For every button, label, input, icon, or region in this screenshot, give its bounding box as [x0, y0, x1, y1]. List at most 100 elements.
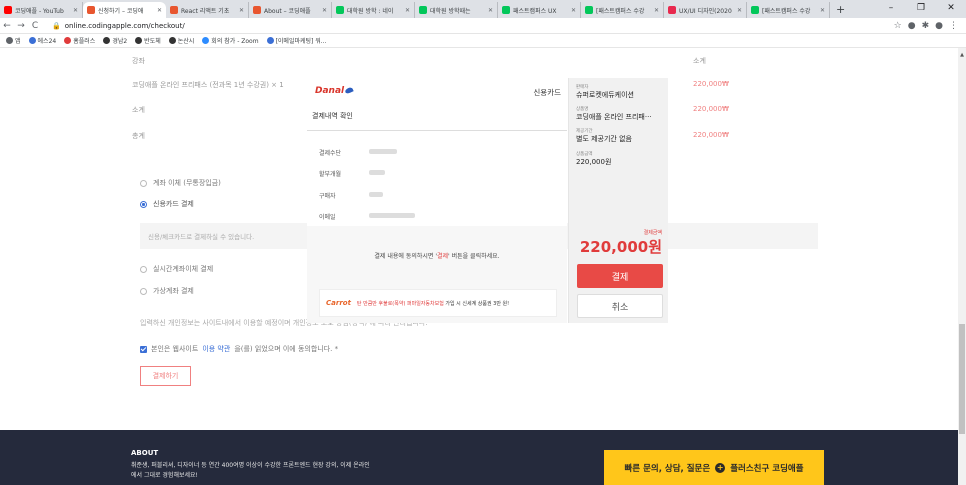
- terms-link[interactable]: 이용 약관: [202, 344, 230, 354]
- card-description: 신용/체크카드로 결제하실 수 있습니다.: [148, 233, 255, 241]
- browser-tab[interactable]: 신청하기 – 코딩애 ✕: [83, 2, 166, 18]
- bookmark-label: 논산시: [177, 38, 195, 45]
- payment-option-label: 실시간계좌이체 결제: [153, 265, 214, 273]
- bookmark-item[interactable]: [이메일마케팅] 워...: [266, 36, 327, 45]
- new-tab-button[interactable]: +: [830, 2, 851, 18]
- bookmark-label: [이메일마케팅] 워...: [275, 38, 327, 45]
- bookmark-item[interactable]: 반도체: [135, 36, 161, 45]
- scroll-up-icon[interactable]: ▲: [958, 52, 966, 58]
- course-line: 코딩애플 온라인 프리패스 (전과목 1년 수강권) × 1: [132, 81, 284, 89]
- payment-method-title: 신용카드: [533, 88, 561, 97]
- bookmark-item[interactable]: 논산시: [168, 36, 195, 45]
- footer-title: ABOUT: [131, 449, 159, 457]
- browser-tab[interactable]: About – 코딩애플 ✕: [249, 2, 332, 18]
- bookmark-favicon-icon: [168, 37, 176, 44]
- bookmark-favicon-icon: [135, 37, 143, 44]
- close-tab-icon[interactable]: ✕: [571, 7, 576, 14]
- browser-tab[interactable]: 대학원 방학 : 네이 ✕: [332, 2, 415, 18]
- reload-button[interactable]: C: [28, 21, 42, 31]
- order-side-panel: 판매자 슈퍼로켓에듀케이션 상품명 코딩애플 온라인 프리패··· 제공기간 별…: [568, 78, 668, 323]
- browser-tab[interactable]: 대학원 방학때는 ✕: [415, 2, 498, 18]
- tab-favicon-icon: [585, 6, 593, 14]
- tab-title: 코딩애플 - YouTub: [15, 7, 64, 15]
- pay-button[interactable]: 결제: [577, 264, 663, 288]
- payment-option-virtual[interactable]: 가상계좌 결제: [140, 286, 194, 296]
- payment-confirm-title: 결제내역 확인: [312, 112, 353, 120]
- address-bar[interactable]: 🔒 online.codingapple.com/checkout/: [52, 20, 894, 32]
- radio-icon[interactable]: [140, 265, 147, 273]
- bookmark-label: 회의 참가 - Zoom: [211, 38, 259, 45]
- tab-favicon-icon: [668, 6, 676, 14]
- close-tab-icon[interactable]: ✕: [239, 7, 244, 14]
- radio-selected-icon[interactable]: [140, 200, 147, 208]
- close-tab-icon[interactable]: ✕: [737, 7, 742, 14]
- extensions-puzzle-icon[interactable]: ✱: [922, 21, 930, 31]
- close-tab-icon[interactable]: ✕: [488, 7, 493, 14]
- close-window-button[interactable]: ✕: [936, 0, 966, 16]
- window-controls: – ❐ ✕: [876, 0, 966, 16]
- radio-icon[interactable]: [140, 179, 147, 187]
- browser-tab[interactable]: UX/UI 디자인(2020 ✕: [664, 2, 747, 18]
- bookmark-label: 반도체: [144, 38, 161, 45]
- page-scrollbar[interactable]: ▲: [958, 48, 966, 485]
- checkbox-checked-icon[interactable]: [140, 345, 147, 353]
- forward-button[interactable]: →: [14, 21, 28, 31]
- payment-option-realtime[interactable]: 실시간계좌이체 결제: [140, 264, 213, 274]
- amount-value: 220,000원: [576, 158, 612, 166]
- kakao-plus-friend-button[interactable]: 빠른 문의, 상담, 질문은 + 플러스친구 코딩애플: [604, 450, 824, 485]
- browser-tab[interactable]: [패스트캠퍼스 수강 ✕: [581, 2, 664, 18]
- tab-favicon-icon: [253, 6, 261, 14]
- bookmark-item[interactable]: 앱: [6, 36, 21, 45]
- carrot-logo: Carrot: [326, 299, 351, 307]
- minimize-button[interactable]: –: [876, 0, 906, 16]
- back-button[interactable]: ←: [0, 21, 14, 31]
- carrot-ad-banner[interactable]: Carrot 탄 만큼만 후불로(폭약) 퍼마일자동차보험 가입 시 신세계 상…: [319, 289, 557, 317]
- toolbar-actions: ☆ ● ✱ ● ⋮: [894, 21, 958, 31]
- bookmark-item[interactable]: 회의 참가 - Zoom: [202, 36, 259, 45]
- ad-highlight: 탄 만큼만 후불로(폭약) 퍼마일자동차보험: [356, 300, 444, 307]
- plus-friend-icon: +: [715, 462, 726, 473]
- subtotal-label: 소계: [132, 106, 145, 114]
- browser-tab[interactable]: 코딩애플 - YouTub ✕: [0, 2, 83, 18]
- restore-button[interactable]: ❐: [906, 0, 936, 16]
- profile-icon[interactable]: ●: [935, 21, 943, 31]
- tab-title: 신청하기 – 코딩애: [98, 7, 144, 15]
- divider: [307, 130, 567, 131]
- close-tab-icon[interactable]: ✕: [73, 7, 78, 14]
- menu-icon[interactable]: ⋮: [949, 21, 958, 31]
- danal-payment-modal: Danal 신용카드 결제내역 확인 결제수단 할부개월 구매자 이메일 결제 …: [307, 78, 567, 323]
- bookmark-item[interactable]: 경남2: [103, 36, 127, 45]
- seller-info: 판매자 슈퍼로켓에듀케이션: [576, 84, 664, 100]
- bookmark-item[interactable]: 홈플러스: [64, 36, 95, 45]
- field-label: 할부개월: [319, 171, 342, 178]
- payment-option-label: 계좌 이체 (무통장입금): [153, 179, 221, 187]
- bookmark-favicon-icon: [103, 37, 111, 44]
- bookmark-star-icon[interactable]: ☆: [894, 21, 902, 31]
- tab-title: [패스트캠퍼스 수강: [596, 7, 645, 15]
- close-tab-icon[interactable]: ✕: [157, 7, 162, 14]
- close-tab-icon[interactable]: ✕: [405, 7, 410, 14]
- close-tab-icon[interactable]: ✕: [654, 7, 659, 14]
- tab-list: 코딩애플 - YouTub ✕ 신청하기 – 코딩애 ✕ React 리액트 기초 ✕ Ab…: [0, 2, 830, 18]
- extension-icon[interactable]: ●: [908, 21, 916, 31]
- bookmark-favicon-icon: [266, 37, 274, 44]
- bookmark-favicon-icon: [64, 37, 72, 44]
- browser-tab[interactable]: [패스트캠퍼스 수강 ✕: [747, 2, 830, 18]
- payment-option-card[interactable]: 신용카드 결제: [140, 199, 194, 209]
- radio-icon[interactable]: [140, 287, 147, 295]
- payment-option-bank[interactable]: 계좌 이체 (무통장입금): [140, 178, 221, 188]
- terms-agreement[interactable]: 본인은 웹사이트 이용 약관 을(를) 읽었으며 이에 동의합니다. *: [140, 344, 338, 354]
- bookmark-item[interactable]: 에스24: [28, 36, 56, 45]
- bookmark-label: 앱: [15, 38, 21, 45]
- cancel-button[interactable]: 취소: [577, 294, 663, 318]
- browser-tab[interactable]: 패스트캠퍼스 UX ✕: [498, 2, 581, 18]
- ad-body: 가입 시 신세계 상품권 3만 원!: [443, 300, 510, 307]
- browser-tab[interactable]: React 리액트 기초 ✕: [166, 2, 249, 18]
- course-price: 220,000₩: [693, 80, 729, 88]
- scrollbar-thumb[interactable]: [959, 324, 965, 434]
- checkout-pay-button[interactable]: 결제하기: [140, 366, 191, 386]
- close-tab-icon[interactable]: ✕: [820, 7, 825, 14]
- masked-value: [369, 170, 385, 175]
- close-tab-icon[interactable]: ✕: [322, 7, 327, 14]
- payment-option-label: 신용카드 결제: [153, 200, 194, 208]
